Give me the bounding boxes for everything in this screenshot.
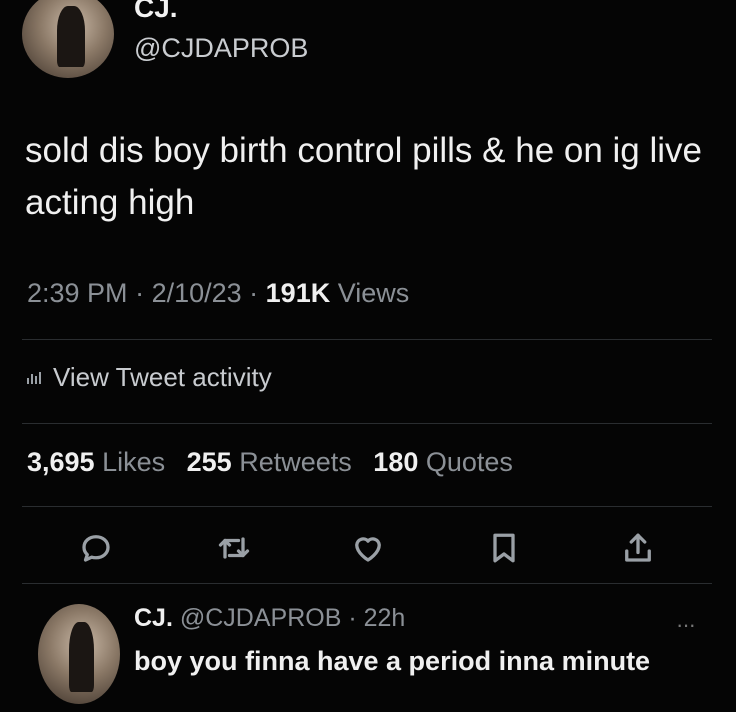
reply-text: boy you finna have a period inna minute	[134, 646, 651, 676]
retweet-button[interactable]	[216, 530, 252, 566]
like-button[interactable]	[350, 530, 386, 566]
views-count: 191K	[265, 278, 331, 308]
quotes-count: 180	[373, 447, 419, 477]
bookmark-button[interactable]	[486, 530, 522, 566]
retweet-icon	[218, 537, 250, 559]
engagement-counts: 3,695 Likes 255 Retweets 180 Quotes	[27, 447, 513, 478]
reply-header: CJ. @CJDAPROB · 22h	[134, 604, 405, 633]
reply-author-name[interactable]: CJ.	[134, 604, 173, 632]
retweets-stat[interactable]: 255 Retweets	[187, 447, 352, 477]
like-icon	[355, 537, 381, 562]
likes-label: Likes	[102, 447, 166, 477]
retweets-label: Retweets	[239, 447, 352, 477]
analytics-icon	[27, 371, 41, 384]
likes-count: 3,695	[27, 447, 95, 477]
quotes-stat[interactable]: 180 Quotes	[373, 447, 513, 477]
quotes-label: Quotes	[425, 447, 513, 477]
reply-author-avatar[interactable]	[38, 604, 120, 704]
divider	[22, 339, 712, 340]
view-activity-label: View Tweet activity	[53, 362, 272, 392]
author-avatar[interactable]	[22, 0, 114, 78]
divider	[22, 423, 712, 424]
author-handle[interactable]: @CJDAPROB	[134, 33, 308, 64]
divider	[22, 583, 712, 584]
tweet-meta: 2:39 PM · 2/10/23 · 191K Views	[27, 278, 409, 309]
tweet-text: sold dis boy birth control pills & he on…	[25, 131, 703, 222]
more-options-icon[interactable]: ···	[676, 612, 696, 638]
reply-age[interactable]: 22h	[364, 604, 406, 632]
views-label: Views	[337, 278, 410, 308]
likes-stat[interactable]: 3,695 Likes	[27, 447, 165, 477]
share-button[interactable]	[620, 530, 656, 566]
share-icon	[625, 533, 651, 562]
tweet-date[interactable]: 2/10/23	[152, 278, 242, 308]
retweets-count: 255	[186, 447, 232, 477]
divider	[22, 506, 712, 507]
meta-separator: ·	[127, 278, 152, 308]
view-activity-link[interactable]: View Tweet activity	[27, 362, 272, 393]
reply-icon	[82, 535, 110, 562]
reply-button[interactable]	[78, 530, 114, 566]
author-name[interactable]: CJ.	[134, 0, 178, 24]
bookmark-icon	[493, 533, 515, 563]
tweet-time[interactable]: 2:39 PM	[27, 278, 128, 308]
reply-author-handle[interactable]: @CJDAPROB	[180, 604, 342, 632]
meta-separator: ·	[241, 278, 266, 308]
reply-separator: ·	[341, 604, 364, 632]
